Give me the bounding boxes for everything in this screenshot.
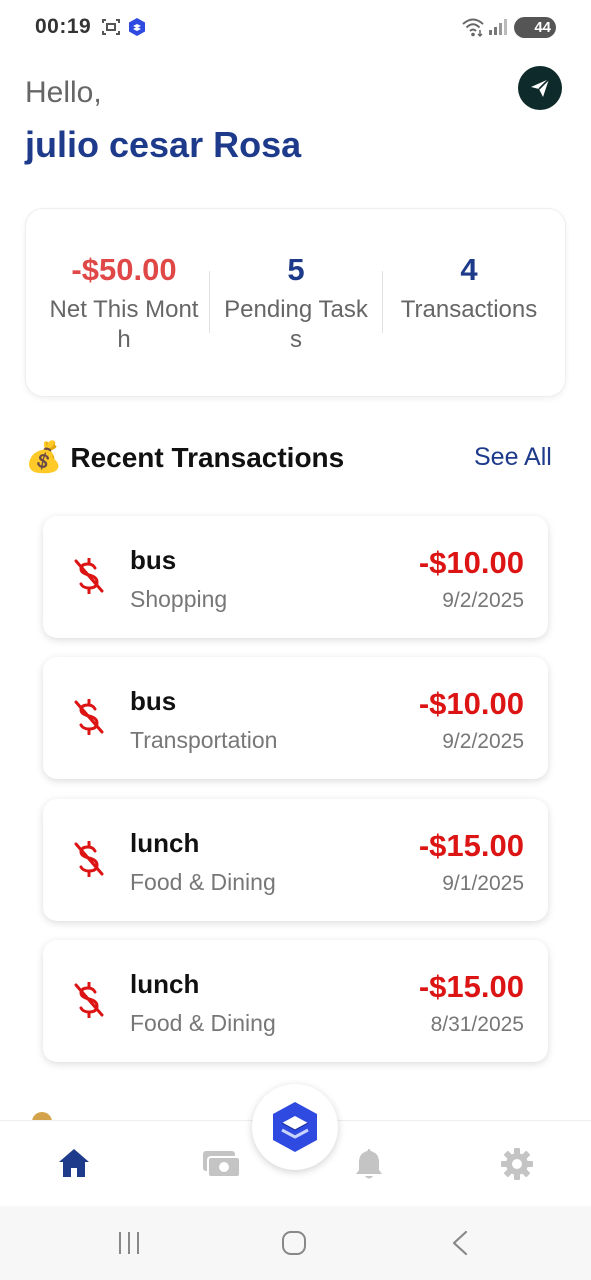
transaction-card[interactable]: lunch Food & Dining -$15.00 8/31/2025 [43, 940, 548, 1062]
dollar-off-icon [74, 841, 104, 877]
transaction-title: lunch [130, 828, 200, 858]
status-time: 00:19 [35, 15, 92, 38]
greeting: Hello, [25, 76, 102, 109]
stat-label: Transactions [400, 296, 538, 323]
transaction-card[interactable]: bus Shopping -$10.00 9/2/2025 [43, 516, 548, 638]
transaction-amount: -$10.00 [418, 545, 524, 580]
transaction-card[interactable]: bus Transportation -$10.00 9/2/2025 [43, 657, 548, 779]
stat-value: 5 [287, 252, 305, 287]
transaction-amount: -$15.00 [418, 969, 524, 1004]
transaction-date: 9/2/2025 [442, 730, 524, 753]
paper-plane-icon [531, 78, 550, 97]
transaction-category: Transportation [130, 727, 278, 753]
transaction-title: lunch [130, 969, 200, 999]
stat-divider [209, 271, 210, 333]
back-icon[interactable] [450, 1230, 470, 1256]
dollar-off-icon [74, 699, 104, 735]
stat-value: -$50.00 [71, 252, 177, 287]
money-bag-icon: 💰 [25, 441, 63, 474]
transaction-amount: -$15.00 [418, 828, 524, 863]
screenshot-icon [102, 19, 120, 35]
stat-value: 4 [460, 252, 478, 287]
bell-icon[interactable] [354, 1147, 384, 1181]
signal-icon [489, 19, 507, 35]
home-icon[interactable] [57, 1147, 91, 1179]
see-all-link[interactable]: See All [474, 443, 552, 472]
transaction-category: Shopping [130, 586, 228, 612]
center-fab-button[interactable] [252, 1084, 338, 1170]
home-button-icon[interactable] [281, 1230, 307, 1256]
gear-icon[interactable] [500, 1147, 534, 1181]
dollar-off-icon [74, 982, 104, 1018]
user-name: julio cesar Rosa [25, 124, 302, 165]
recent-apps-icon[interactable] [117, 1230, 141, 1256]
transaction-date: 8/31/2025 [430, 1013, 524, 1036]
layers-icon [273, 1102, 317, 1152]
dollar-off-icon [74, 558, 104, 594]
wifi-icon [462, 18, 484, 38]
stat-net-month: -$50.00 Net This Month [39, 249, 209, 355]
status-bar: 00:19 44 [0, 0, 591, 56]
transaction-date: 9/1/2025 [442, 872, 524, 895]
app-logo-icon [129, 18, 145, 36]
transaction-card[interactable]: lunch Food & Dining -$15.00 9/1/2025 [43, 799, 548, 921]
system-nav-bar [0, 1206, 591, 1280]
stat-transactions: 4 Transactions [384, 249, 554, 325]
transaction-date: 9/2/2025 [442, 589, 524, 612]
stat-divider [382, 271, 383, 333]
battery-level: 44 [534, 19, 551, 36]
section-title: 💰 Recent Transactions [25, 440, 344, 475]
section-title-text: Recent Transactions [70, 441, 345, 473]
stats-card: -$50.00 Net This Month 5 Pending Tasks 4… [25, 208, 566, 397]
transaction-amount: -$10.00 [418, 686, 524, 721]
transaction-title: bus [130, 545, 177, 575]
send-button[interactable] [518, 66, 562, 110]
money-icon[interactable] [202, 1149, 242, 1179]
battery-indicator: 44 [514, 17, 556, 38]
stat-label: Pending Tasks [224, 296, 368, 353]
stat-pending-tasks: 5 Pending Tasks [211, 249, 381, 355]
transaction-category: Food & Dining [130, 869, 276, 895]
transaction-category: Food & Dining [130, 1010, 276, 1036]
transaction-title: bus [130, 686, 177, 716]
stat-label: Net This Month [49, 296, 199, 353]
